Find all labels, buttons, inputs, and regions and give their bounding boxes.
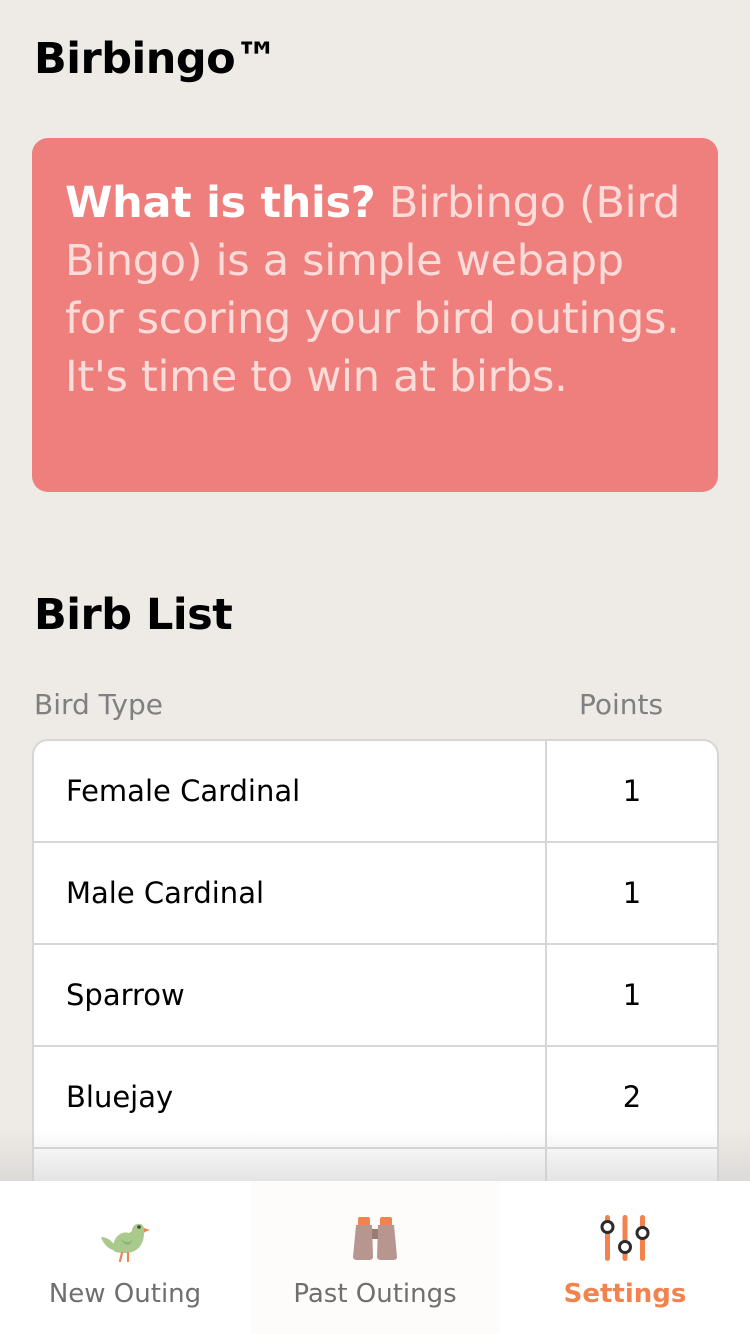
sliders-icon <box>600 1215 650 1261</box>
binoculars-icon <box>353 1217 397 1260</box>
table-row[interactable]: Male Cardinal 1 <box>34 843 717 945</box>
intro-card: What is this? Birbingo (Bird Bingo) is a… <box>32 138 718 492</box>
nav-settings[interactable]: Settings <box>500 1181 750 1334</box>
bird-name-cell: Sparrow <box>34 945 547 1045</box>
bird-name-cell: Bluejay <box>34 1047 547 1147</box>
nav-label: Past Outings <box>293 1279 457 1309</box>
bird-name-cell: Female Cardinal <box>34 741 547 841</box>
column-header-bird-type: Bird Type <box>34 688 163 721</box>
table-row[interactable]: Sparrow 1 <box>34 945 717 1047</box>
nav-label: Settings <box>563 1279 687 1309</box>
nav-new-outing[interactable]: New Outing <box>0 1181 250 1334</box>
bird-icon <box>101 1223 150 1263</box>
app-title: Birbingo™ <box>34 34 278 84</box>
column-header-points: Points <box>579 688 664 721</box>
birb-table: Female Cardinal 1 Male Cardinal 1 Sparro… <box>32 739 719 1253</box>
bottom-nav: New Outing Past Outings Settings <box>0 1181 750 1334</box>
nav-label: New Outing <box>48 1279 202 1309</box>
bird-points-cell: 1 <box>622 978 642 1012</box>
bird-points-cell: 1 <box>622 774 642 808</box>
bird-name-cell: Male Cardinal <box>34 843 547 943</box>
bird-points-cell: 1 <box>622 876 642 910</box>
birb-list-title: Birb List <box>34 590 233 640</box>
intro-question: What is this? <box>65 178 376 228</box>
table-row[interactable]: Bluejay 2 <box>34 1047 717 1149</box>
bird-points-cell: 2 <box>622 1080 642 1114</box>
nav-past-outings[interactable]: Past Outings <box>250 1181 500 1334</box>
table-row[interactable]: Female Cardinal 1 <box>34 741 717 843</box>
